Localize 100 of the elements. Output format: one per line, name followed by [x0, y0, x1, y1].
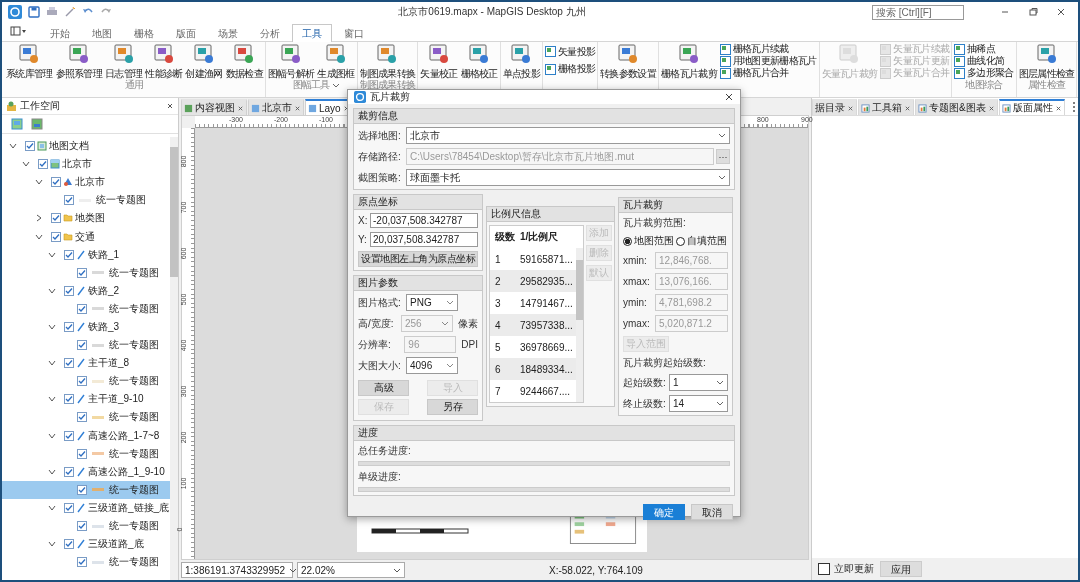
checkbox[interactable] — [77, 376, 87, 387]
ribbon-button[interactable]: 栅格瓦片合并 — [718, 67, 818, 79]
close-icon[interactable] — [724, 92, 734, 102]
checkbox[interactable] — [64, 322, 74, 332]
menu-tab[interactable]: 窗口 — [334, 24, 374, 42]
tree-item[interactable]: 交通 — [2, 227, 170, 246]
close-icon[interactable] — [987, 104, 995, 112]
ribbon-button[interactable]: 栅格瓦片裁剪 — [660, 43, 718, 78]
tree-item[interactable]: 统一专题图 — [2, 263, 170, 282]
tree-item[interactable]: 三级道路_链接_底 — [2, 498, 170, 517]
close-icon[interactable] — [166, 102, 174, 110]
ribbon-button[interactable]: 制图成果转换 — [358, 43, 417, 78]
close-icon[interactable] — [1056, 7, 1066, 17]
dropdown[interactable]: 北京市 — [406, 127, 730, 144]
checkbox[interactable] — [77, 448, 87, 459]
save-icon[interactable] — [28, 6, 40, 18]
ribbon-button[interactable]: 参照系管理 — [54, 43, 104, 78]
dropdown[interactable]: 14 — [669, 395, 728, 412]
scale-dropdown[interactable]: 1:386191.3743329952 — [181, 562, 293, 578]
input-field[interactable]: 20,037,508.342787 — [370, 232, 478, 247]
ribbon-button[interactable]: 生成图框 — [316, 43, 356, 78]
close-icon[interactable] — [294, 104, 301, 112]
zoom-dropdown[interactable]: 22.02% — [297, 562, 405, 578]
tree-item[interactable]: 统一专题图 — [2, 372, 170, 391]
tree-item[interactable]: 三级道路_底 — [2, 535, 170, 554]
checkbox[interactable] — [64, 358, 74, 369]
tree-item[interactable]: 地类图 — [2, 209, 170, 228]
auto-update-checkbox[interactable]: 立即更新 — [818, 562, 874, 576]
ribbon-button[interactable]: 单点投影 — [501, 43, 541, 78]
ribbon-button[interactable]: 多边形聚合 — [953, 67, 1015, 79]
dialog-button[interactable]: 高级 — [358, 380, 409, 396]
ribbon-button[interactable]: 矢量校正 — [419, 43, 459, 78]
checkbox[interactable] — [77, 412, 87, 423]
panel-tab[interactable]: 工具箱 — [858, 99, 914, 115]
ribbon-button[interactable]: 数据检查 — [224, 43, 264, 78]
tree-item[interactable]: 统一专题图 — [2, 336, 170, 355]
search-field[interactable]: 搜索 [Ctrl][F] — [872, 4, 964, 20]
tree-item[interactable]: 统一专题图 — [2, 553, 170, 572]
tree-item[interactable]: 统一专题图 — [2, 191, 170, 210]
tree-item[interactable]: 北京市 — [2, 155, 170, 174]
menu-tab[interactable]: 分析 — [250, 24, 290, 42]
checkbox[interactable] — [51, 213, 61, 224]
tree-item[interactable]: 统一专题图 — [2, 480, 170, 499]
checkbox[interactable] — [77, 340, 87, 351]
ribbon-button[interactable]: 矢量投影 — [544, 45, 597, 58]
ok-button[interactable]: 确定 — [643, 504, 685, 520]
panel-tab[interactable]: 版面属性 — [998, 99, 1065, 115]
checkbox[interactable] — [38, 159, 48, 170]
menu-tab[interactable]: 工具 — [292, 24, 332, 42]
checkbox[interactable] — [77, 484, 87, 495]
tree-item[interactable]: 主干道_8 — [2, 354, 170, 373]
map-icon[interactable] — [31, 118, 43, 130]
set-origin-button[interactable]: 设置地图左上角为原点坐标 — [358, 251, 478, 267]
tree-item[interactable]: 统一专题图 — [2, 408, 170, 427]
ribbon-button[interactable]: 抽稀点 — [953, 43, 1015, 55]
ribbon-button[interactable]: 日志管理 — [104, 43, 144, 78]
checkbox[interactable] — [64, 430, 74, 441]
checkbox[interactable] — [77, 267, 87, 278]
cancel-button[interactable]: 取消 — [691, 504, 733, 520]
menu-tab[interactable]: 场景 — [208, 24, 248, 42]
tree-item[interactable]: 地图文档 — [2, 137, 170, 156]
checkbox[interactable] — [51, 231, 61, 242]
ribbon-button[interactable]: 性能诊断 — [144, 43, 184, 78]
tree-item[interactable]: 主干道_9-10 — [2, 390, 170, 409]
menu-tab[interactable]: 版面 — [166, 24, 206, 42]
menu-tab[interactable]: 栅格 — [124, 24, 164, 42]
apply-button[interactable]: 应用 — [880, 561, 922, 577]
tree-item[interactable]: 铁路_1 — [2, 245, 170, 264]
layout-menu-icon[interactable] — [10, 26, 28, 36]
input-field[interactable]: -20,037,508.342787 — [370, 213, 478, 228]
dropdown[interactable]: 4096 — [406, 357, 458, 374]
checkbox[interactable] — [77, 521, 87, 531]
document-tab[interactable]: 北京市 — [248, 99, 304, 115]
ribbon-button[interactable]: 转换参数设置 — [599, 43, 657, 78]
chevron-icon[interactable] — [34, 213, 44, 224]
menu-tab[interactable]: 地图 — [82, 24, 122, 42]
close-icon[interactable] — [904, 104, 911, 112]
panel-tab[interactable]: 据目录 — [812, 99, 857, 115]
close-icon[interactable] — [847, 104, 854, 112]
ribbon-button[interactable]: 创建渔网 — [184, 43, 224, 78]
checkbox[interactable] — [64, 466, 74, 477]
checkbox[interactable] — [64, 195, 74, 206]
tree-item[interactable]: 高速公路_1-7~8 — [2, 426, 170, 445]
dropdown[interactable]: 球面墨卡托 — [406, 169, 730, 186]
dropdown[interactable]: PNG — [406, 294, 458, 311]
ribbon-button[interactable]: 栅格校正 — [459, 43, 499, 78]
tree-item[interactable]: 统一专题图 — [2, 444, 170, 463]
tree-item[interactable]: 铁路_3 — [2, 317, 170, 337]
dropdown[interactable]: 1 — [669, 374, 728, 391]
ribbon-button[interactable]: 图幅号解析 — [266, 43, 316, 78]
close-icon[interactable] — [342, 104, 350, 112]
tree-item[interactable]: 高速公路_1_9-10 — [2, 462, 170, 481]
tree-item[interactable]: 铁路_2 — [2, 281, 170, 300]
checkbox[interactable] — [51, 177, 61, 188]
checkbox[interactable] — [64, 394, 74, 405]
checkbox[interactable] — [64, 539, 74, 550]
ribbon-button[interactable]: 曲线化简 — [953, 55, 1015, 67]
ribbon-button[interactable]: 系统库管理 — [5, 43, 54, 78]
more-icon[interactable] — [1071, 101, 1076, 113]
close-icon[interactable] — [1054, 104, 1062, 112]
